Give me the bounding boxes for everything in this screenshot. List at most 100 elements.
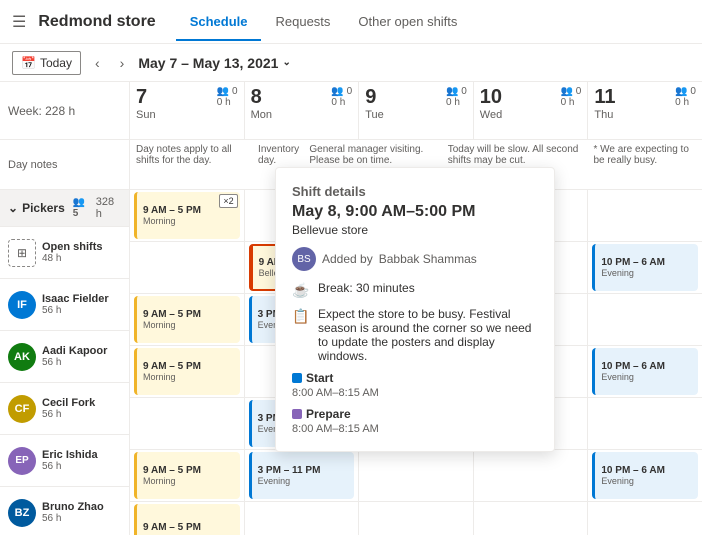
day-notes-label: Day notes bbox=[0, 140, 129, 190]
description-text: Expect the store to be busy. Festival se… bbox=[318, 307, 538, 363]
person-name-isaac: Isaac Fielder bbox=[42, 293, 109, 305]
runners-shift-cell-11 bbox=[588, 502, 702, 535]
popup-break: ☕ Break: 30 minutes bbox=[292, 281, 538, 299]
popup-title: Shift details bbox=[292, 184, 538, 199]
week-header: Week: 228 h bbox=[0, 82, 129, 140]
person-hours-cecil: 56 h bbox=[42, 409, 95, 420]
prepare-title: Prepare bbox=[306, 407, 351, 421]
open-shift-cell-7: ×2 9 AM – 5 PM Morning bbox=[130, 190, 244, 242]
open-shift-cell-11 bbox=[588, 190, 702, 242]
cecil-shift-cell-11: 10 PM – 6 AM Evening bbox=[588, 346, 702, 398]
store-name: Redmond store bbox=[38, 13, 155, 31]
prev-week-button[interactable]: ‹ bbox=[89, 51, 106, 75]
day-num-9: 9 bbox=[365, 86, 384, 109]
nav-other-shifts[interactable]: Other open shifts bbox=[344, 2, 471, 41]
day-col-9: 9 Tue 👥 0 0 h bbox=[359, 82, 474, 139]
calendar-icon: 📅 bbox=[21, 56, 36, 70]
days-header: 7 Sun 👥 0 0 h 8 Mon 👥 bbox=[130, 82, 702, 140]
isaac-shift-cell-11: 10 PM – 6 AM Evening bbox=[588, 242, 702, 294]
person-info-isaac: Isaac Fielder 56 h bbox=[42, 293, 109, 316]
sub-nav: 📅 Today ‹ › May 7 – May 13, 2021 ⌄ bbox=[0, 44, 702, 82]
eric-shift-cell-7 bbox=[130, 398, 244, 450]
person-info-aadi: Aadi Kapoor 56 h bbox=[42, 345, 107, 368]
avatar-eric: EP bbox=[8, 447, 36, 475]
day-hours-10: 0 h bbox=[561, 97, 582, 108]
day-shifts-11: 10 PM – 6 AM Evening 10 PM – 6 AM Evenin… bbox=[588, 190, 702, 535]
prepare-time: 8:00 AM–8:15 AM bbox=[292, 423, 538, 435]
day-hours-7: 0 h bbox=[217, 97, 238, 108]
day-num-10: 10 bbox=[480, 86, 502, 109]
bruno-shift-8[interactable]: 3 PM – 11 PM Evening bbox=[249, 452, 355, 499]
cecil-shift-11[interactable]: 10 PM – 6 AM Evening bbox=[592, 348, 698, 395]
next-week-button[interactable]: › bbox=[114, 51, 131, 75]
person-hours-aadi: 56 h bbox=[42, 357, 107, 368]
shift-label: Evening bbox=[601, 476, 692, 486]
main-grid: Week: 228 h Day notes ⌄ Pickers 👥 5 328 … bbox=[0, 82, 702, 535]
date-range[interactable]: May 7 – May 13, 2021 ⌄ bbox=[138, 55, 291, 71]
bruno-shift-7[interactable]: 9 AM – 5 PM Morning bbox=[134, 452, 240, 499]
day-shifts-7: ×2 9 AM – 5 PM Morning 9 AM – 5 PM Morni… bbox=[130, 190, 245, 535]
bruno-shift-11[interactable]: 10 PM – 6 AM Evening bbox=[592, 452, 698, 499]
day-name-7: Sun bbox=[136, 109, 156, 121]
isaac-shift-cell-7 bbox=[130, 242, 244, 294]
aadi-shift-cell-11 bbox=[588, 294, 702, 346]
person-row-aadi: AK Aadi Kapoor 56 h bbox=[0, 331, 129, 383]
open-shifts-icon: ⊞ bbox=[8, 239, 36, 267]
eric-shift-cell-11 bbox=[588, 398, 702, 450]
runners-shift-cell-8 bbox=[245, 502, 359, 535]
start-title: Start bbox=[306, 371, 333, 385]
open-shifts-hours: 48 h bbox=[42, 253, 103, 264]
nav-requests[interactable]: Requests bbox=[261, 2, 344, 41]
day-col-10: 10 Wed 👥 0 0 h bbox=[474, 82, 589, 139]
day-name-11: Thu bbox=[594, 109, 615, 121]
bruno-shift-cell-7: 9 AM – 5 PM Morning bbox=[130, 450, 244, 502]
shift-time: 9 AM – 5 PM bbox=[143, 309, 234, 320]
collapse-icon: ⌄ bbox=[8, 201, 18, 215]
runners-shift-7[interactable]: 9 AM – 5 PM bbox=[134, 504, 240, 535]
shift-label: Evening bbox=[601, 268, 692, 278]
shift-label: Evening bbox=[258, 476, 349, 486]
start-dot bbox=[292, 373, 302, 383]
person-info-eric: Eric Ishida 56 h bbox=[42, 449, 98, 472]
day-hours-11: 0 h bbox=[675, 97, 696, 108]
pickers-group-header[interactable]: ⌄ Pickers 👥 5 328 h bbox=[0, 190, 129, 227]
chevron-down-icon: ⌄ bbox=[282, 57, 290, 68]
nav-schedule[interactable]: Schedule bbox=[176, 2, 262, 41]
day-num-7: 7 bbox=[136, 86, 156, 109]
pickers-label: Pickers bbox=[22, 201, 65, 215]
open-shift-7[interactable]: ×2 9 AM – 5 PM Morning bbox=[134, 192, 240, 239]
avatar-cecil: CF bbox=[8, 395, 36, 423]
runners-shift-cell-10 bbox=[474, 502, 588, 535]
isaac-shift-11[interactable]: 10 PM – 6 AM Evening bbox=[592, 244, 698, 291]
day-num-11: 11 bbox=[594, 86, 615, 109]
shift-time: 9 AM – 5 PM bbox=[143, 522, 234, 533]
day-name-9: Tue bbox=[365, 109, 384, 121]
aadi-shift-7[interactable]: 9 AM – 5 PM Morning bbox=[134, 296, 240, 343]
day-note-11: * We are expecting to be really busy. bbox=[587, 140, 702, 190]
person-hours-bruno: 56 h bbox=[42, 513, 104, 524]
date-range-text: May 7 – May 13, 2021 bbox=[138, 55, 278, 71]
shift-time: 10 PM – 6 AM bbox=[601, 361, 692, 372]
person-row-isaac: IF Isaac Fielder 56 h bbox=[0, 279, 129, 331]
hamburger-icon[interactable]: ☰ bbox=[12, 12, 26, 32]
today-button[interactable]: 📅 Today bbox=[12, 51, 81, 75]
week-hours: Week: 228 h bbox=[8, 104, 121, 118]
person-hours-eric: 56 h bbox=[42, 461, 98, 472]
day-count-8: 👥 0 bbox=[331, 86, 352, 97]
avatar-aadi: AK bbox=[8, 343, 36, 371]
person-info-bruno: Bruno Zhao 56 h bbox=[42, 501, 104, 524]
shift-label: Morning bbox=[143, 476, 234, 486]
shift-time: 9 AM – 5 PM bbox=[143, 465, 234, 476]
break-icon: ☕ bbox=[292, 281, 310, 299]
top-nav: ☰ Redmond store Schedule Requests Other … bbox=[0, 0, 702, 44]
day-col-8: 8 Mon 👥 0 0 h bbox=[245, 82, 360, 139]
person-name-cecil: Cecil Fork bbox=[42, 397, 95, 409]
cecil-shift-7[interactable]: 9 AM – 5 PM Morning bbox=[134, 348, 240, 395]
shift-label: Morning bbox=[143, 372, 234, 382]
day-hours-8: 0 h bbox=[331, 97, 352, 108]
bruno-shift-cell-9 bbox=[359, 450, 473, 502]
avatar-isaac: IF bbox=[8, 291, 36, 319]
person-name-eric: Eric Ishida bbox=[42, 449, 98, 461]
shift-time: 10 PM – 6 AM bbox=[601, 465, 692, 476]
open-shifts-info: Open shifts 48 h bbox=[42, 241, 103, 264]
